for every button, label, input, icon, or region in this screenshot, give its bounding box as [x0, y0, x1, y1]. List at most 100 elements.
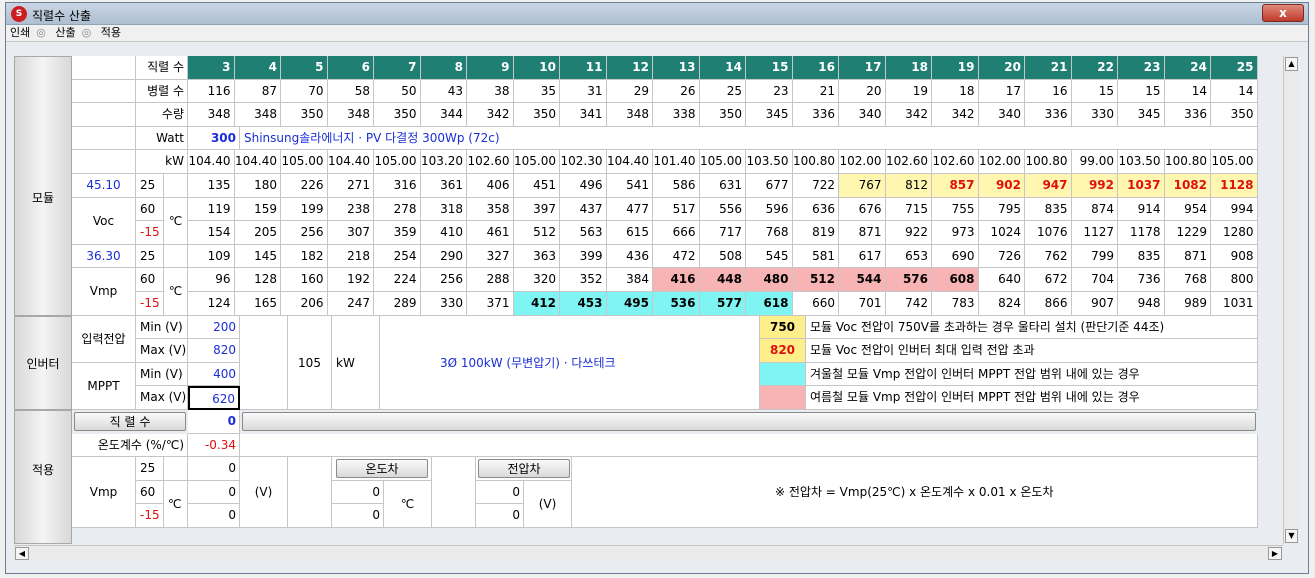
parallel-cell: 87 [234, 79, 281, 104]
scroll-left-icon[interactable]: ◀ [15, 547, 29, 560]
legend-text: 여름철 모듈 Vmp 전압이 인버터 MPPT 전압 범위 내에 있는 경우 [806, 386, 1258, 410]
vmp-temp: -15 [136, 292, 164, 316]
series-count-value: 0 [188, 410, 240, 434]
vmp-cell: 254 [374, 244, 421, 269]
menu-print[interactable]: 인쇄 [10, 25, 30, 41]
inverter-param-value[interactable]: 400 [188, 362, 240, 387]
vmp-cell: 412 [513, 292, 560, 316]
series-header-cell: 19 [932, 56, 979, 80]
inverter-param-value[interactable]: 620 [188, 386, 240, 410]
apply-vmp-value[interactable]: 0 [188, 504, 240, 528]
kw-unit: kW [332, 315, 380, 410]
qty-cell: 340 [978, 103, 1025, 127]
row-spacer [72, 79, 136, 104]
vmp-label: Vmp [72, 268, 136, 316]
kw-cell: 104.40 [327, 150, 374, 174]
voc-cell: 437 [560, 197, 607, 222]
voc-cell: 767 [839, 174, 886, 198]
voc-cell: 874 [1071, 197, 1118, 222]
legend-text: 겨울철 모듈 Vmp 전압이 인버터 MPPT 전압 범위 내에 있는 경우 [806, 362, 1258, 387]
voc-cell: 1280 [1211, 221, 1258, 245]
vmp-cell: 289 [374, 292, 421, 316]
series-header-cell: 3 [188, 56, 235, 80]
menu-calculate[interactable]: 산출 [55, 25, 75, 41]
temp-diff-button[interactable]: 온도차 [336, 459, 428, 479]
inverter-param-label: Min (V) [136, 362, 188, 387]
vmp-cell: 352 [560, 268, 607, 292]
voc-cell: 477 [606, 197, 653, 222]
volt-diff-value[interactable]: 0 [476, 480, 524, 505]
voc-cell: 768 [746, 221, 793, 245]
kw-cell: 105.00 [699, 150, 746, 174]
apply-vmp-label: Vmp [72, 457, 136, 528]
voc-cell: 636 [792, 197, 839, 222]
kw-cell: 105.00 [374, 150, 421, 174]
voc-cell: 795 [978, 197, 1025, 222]
parallel-cell: 17 [978, 79, 1025, 104]
scroll-right-icon[interactable]: ▶ [1268, 547, 1282, 560]
series-count-button[interactable]: 직 렬 수 [74, 412, 186, 431]
vmp-cell: 660 [792, 292, 839, 316]
series-header-cell: 18 [885, 56, 932, 80]
spacer [240, 315, 288, 410]
kw-cell: 102.00 [839, 150, 886, 174]
radio-icon: ◎ [36, 26, 46, 39]
apply-vmp-value[interactable]: 0 [188, 480, 240, 505]
input-voltage-label: 입력전압 [72, 315, 136, 363]
temp-diff-value[interactable]: 0 [332, 504, 384, 528]
voc-temp: -15 [136, 221, 164, 245]
parallel-cell: 38 [467, 79, 514, 104]
volt-diff-button[interactable]: 전압차 [478, 459, 570, 479]
kw-cell: 104.40 [234, 150, 281, 174]
qty-cell: 342 [885, 103, 932, 127]
voc-cell: 517 [653, 197, 700, 222]
voc-cell: 992 [1071, 174, 1118, 198]
vmp-cell: 640 [978, 268, 1025, 292]
inverter-param-value[interactable]: 200 [188, 315, 240, 340]
voc-cell: 994 [1211, 197, 1258, 222]
voc-cell: 154 [188, 221, 235, 245]
voc-cell: 1037 [1118, 174, 1165, 198]
qty-cell: 348 [606, 103, 653, 127]
vmp-cell: 672 [1025, 268, 1072, 292]
scroll-up-icon[interactable]: ▲ [1285, 57, 1298, 71]
vertical-scrollbar[interactable]: ▲ ▼ [1283, 56, 1298, 544]
apply-v-unit: (V) [240, 457, 288, 528]
watt-value[interactable]: 300 [188, 126, 240, 151]
qty-cell: 348 [327, 103, 374, 127]
parallel-cell: 14 [1164, 79, 1211, 104]
volt-diff-value[interactable]: 0 [476, 504, 524, 528]
apply-vmp-value[interactable]: 0 [188, 457, 240, 481]
parallel-cell: 70 [281, 79, 328, 104]
vmp-cell: 544 [839, 268, 886, 292]
parallel-cell: 20 [839, 79, 886, 104]
vmp-value[interactable]: 36.30 [72, 244, 136, 269]
inverter-param-label: Min (V) [136, 315, 188, 340]
inverter-param-value[interactable]: 820 [188, 339, 240, 363]
vmp-cell: 736 [1118, 268, 1165, 292]
section-module: 모듈 [14, 56, 72, 316]
menu-apply[interactable]: 적용 [101, 25, 121, 41]
close-button[interactable]: x [1262, 4, 1304, 22]
voc-value[interactable]: 45.10 [72, 174, 136, 198]
qty-cell: 350 [1211, 103, 1258, 127]
voc-cell: 615 [606, 221, 653, 245]
voc-cell: 1076 [1025, 221, 1072, 245]
row-spacer [72, 150, 136, 174]
voc-cell: 812 [885, 174, 932, 198]
parallel-cell: 15 [1071, 79, 1118, 104]
vmp-cell: 545 [746, 244, 793, 269]
scroll-down-icon[interactable]: ▼ [1285, 529, 1298, 543]
parallel-cell: 15 [1118, 79, 1165, 104]
temp-coef-value[interactable]: -0.34 [188, 433, 240, 458]
vmp-cell: 145 [234, 244, 281, 269]
row-spacer [72, 56, 136, 80]
voc-temp: 25 [136, 174, 164, 198]
temp-diff-value[interactable]: 0 [332, 480, 384, 505]
series-label: 직렬 수 [136, 56, 188, 80]
vmp-cell: 742 [885, 292, 932, 316]
vmp-cell: 800 [1211, 268, 1258, 292]
voc-cell: 461 [467, 221, 514, 245]
vmp-cell: 835 [1118, 244, 1165, 269]
horizontal-scrollbar[interactable]: ◀ ▶ [14, 545, 1283, 560]
